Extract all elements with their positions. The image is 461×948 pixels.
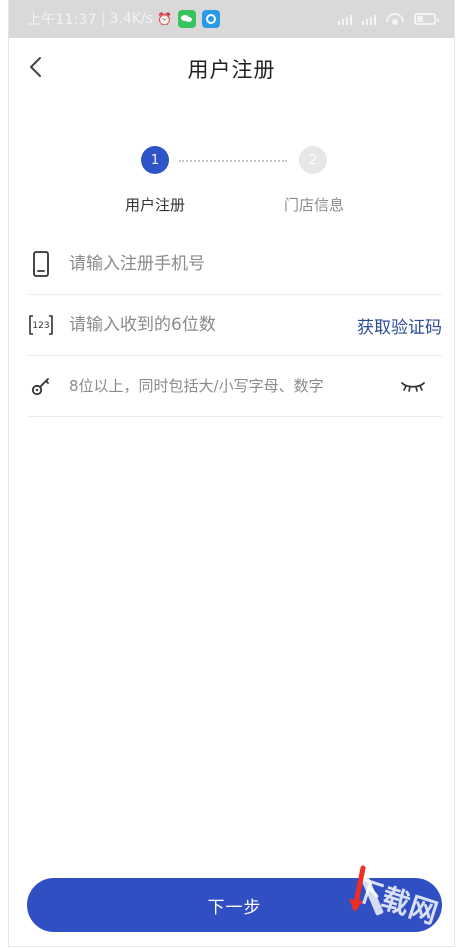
- alarm-icon: ⏰: [156, 12, 172, 26]
- eye-closed-icon: [401, 382, 425, 392]
- page-title: 用户注册: [187, 58, 276, 82]
- phone-icon: [29, 251, 53, 277]
- registration-stepper: 1 2 用户注册 门店信息: [9, 146, 454, 216]
- registration-form: 123 获取验证码: [27, 234, 442, 417]
- get-verification-code-button[interactable]: 获取验证码: [357, 313, 442, 338]
- svg-text:123: 123: [32, 321, 49, 331]
- password-input[interactable]: [69, 377, 400, 395]
- step-1-indicator: 1: [141, 146, 169, 174]
- battery-icon: [414, 13, 439, 25]
- code-row: 123 获取验证码: [27, 295, 442, 356]
- wifi-icon: [386, 13, 404, 25]
- status-separator: |: [100, 11, 106, 27]
- status-right: [338, 13, 439, 25]
- next-step-button[interactable]: 下一步: [27, 878, 442, 932]
- phone-input[interactable]: [69, 254, 442, 274]
- status-network-speed: 3.4K/s: [109, 11, 153, 27]
- password-visibility-toggle[interactable]: [400, 378, 426, 394]
- phone-row: [27, 234, 442, 295]
- wechat-icon: [177, 10, 196, 28]
- password-row: [27, 356, 442, 417]
- verification-code-input[interactable]: [69, 315, 357, 335]
- key-icon: [29, 374, 53, 398]
- signal-icon-secondary: [362, 13, 376, 25]
- app-screen: 上午11:37 | 3.4K/s ⏰ 用户注册 1 2 用户注册 门店信息 请输…: [8, 0, 455, 947]
- step-1-label: 用户注册: [125, 196, 186, 214]
- step-connector: [179, 160, 287, 162]
- step-2-label: 门店信息: [284, 196, 345, 214]
- top-app-bar: 用户注册: [9, 38, 454, 98]
- status-time: 上午11:37: [27, 12, 97, 28]
- step-2-indicator: 2: [299, 146, 327, 174]
- status-bar: 上午11:37 | 3.4K/s ⏰: [9, 0, 454, 38]
- code-number-icon: 123: [29, 313, 53, 337]
- battery-level: [417, 16, 423, 22]
- status-left: 上午11:37 | 3.4K/s ⏰: [27, 9, 220, 29]
- signal-icon: [338, 13, 352, 25]
- alipay-icon: [201, 10, 220, 28]
